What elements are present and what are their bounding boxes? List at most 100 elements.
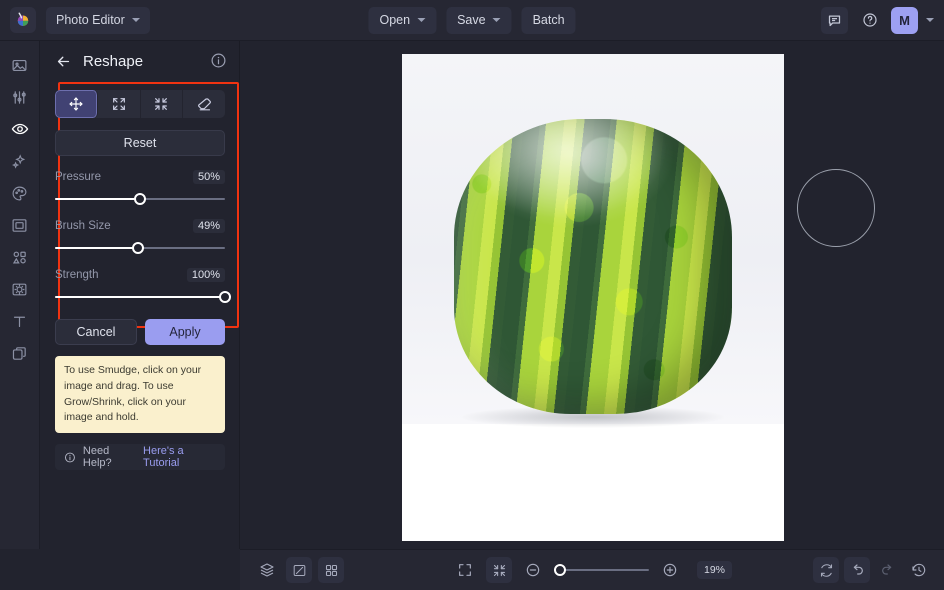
- chevron-down-icon: [132, 18, 140, 22]
- slider-strength-knob[interactable]: [219, 291, 231, 303]
- brand-menu[interactable]: Photo Editor: [46, 7, 150, 34]
- top-right-actions: M: [821, 7, 934, 34]
- undo-button[interactable]: [844, 557, 870, 583]
- history-icon: [911, 562, 927, 578]
- fit-screen-icon: [457, 562, 473, 578]
- reset-view-button[interactable]: [813, 557, 839, 583]
- contract-arrows-icon: [153, 96, 169, 112]
- tool-shrink[interactable]: [141, 90, 184, 118]
- slider-strength-header: Strength 100%: [55, 268, 225, 282]
- history-button[interactable]: [906, 557, 932, 583]
- panel-actions: Cancel Apply: [55, 319, 225, 345]
- sidebar-item-retouch[interactable]: [5, 117, 35, 141]
- slider-brush-size: Brush Size 49%: [55, 219, 225, 254]
- left-tool-rail: [0, 41, 40, 549]
- history-controls: [813, 557, 932, 583]
- account-chevron-down-icon[interactable]: [926, 18, 934, 22]
- palette-icon: [11, 185, 28, 202]
- tool-grow[interactable]: [98, 90, 141, 118]
- layers-icon: [259, 562, 275, 578]
- sidebar-item-image[interactable]: [5, 53, 35, 77]
- reshape-panel: Reshape: [41, 41, 240, 549]
- panel-header: Reshape: [41, 41, 239, 81]
- grid-view-button[interactable]: [318, 557, 344, 583]
- slider-brush-size-track[interactable]: [55, 242, 225, 254]
- canvas-area[interactable]: [240, 41, 944, 549]
- back-button[interactable]: [51, 49, 75, 73]
- zoom-out-icon: [525, 562, 541, 578]
- layers-button[interactable]: [254, 557, 280, 583]
- sidebar-item-adjust[interactable]: [5, 85, 35, 109]
- layers-copy-icon: [11, 345, 28, 362]
- tool-restore[interactable]: [183, 90, 225, 118]
- brush-cursor-circle: [797, 169, 875, 247]
- refresh-icon: [819, 563, 834, 578]
- slider-brush-size-value: 49%: [193, 219, 225, 233]
- save-button[interactable]: Save: [446, 7, 512, 34]
- sidebar-item-artistic[interactable]: [5, 181, 35, 205]
- redo-button[interactable]: [875, 557, 901, 583]
- slider-pressure: Pressure 50%: [55, 170, 225, 205]
- open-button[interactable]: Open: [368, 7, 436, 34]
- sidebar-item-overlays[interactable]: [5, 277, 35, 301]
- sidebar-item-text[interactable]: [5, 309, 35, 333]
- info-circle-icon: [210, 52, 227, 69]
- colorwheel-logo-icon: [14, 11, 32, 29]
- redo-icon: [880, 562, 896, 578]
- slider-strength-track[interactable]: [55, 291, 225, 303]
- cancel-button[interactable]: Cancel: [55, 319, 137, 345]
- brand-label: Photo Editor: [56, 13, 125, 27]
- panel-info-button[interactable]: [210, 52, 228, 70]
- arrow-left-icon: [55, 53, 72, 70]
- overlay-icon: [11, 281, 28, 298]
- zoom-to-fit-icon: [491, 563, 506, 578]
- chat-bubble-icon: [827, 13, 842, 28]
- slider-strength: Strength 100%: [55, 268, 225, 303]
- apply-button[interactable]: Apply: [145, 319, 225, 345]
- eye-icon: [11, 120, 29, 138]
- zoom-in-button[interactable]: [657, 557, 683, 583]
- zoom-out-button[interactable]: [520, 557, 546, 583]
- batch-button[interactable]: Batch: [522, 7, 576, 34]
- photo-editor-app: Photo Editor Open Save Batch: [0, 0, 944, 590]
- zoom-slider-track[interactable]: [554, 564, 649, 576]
- zoom-slider-knob[interactable]: [554, 564, 566, 576]
- zoom-level-value[interactable]: 19%: [697, 561, 732, 579]
- slider-brush-size-header: Brush Size 49%: [55, 219, 225, 233]
- info-circle-icon: [64, 451, 76, 464]
- frame-icon: [11, 217, 28, 234]
- slider-pressure-fill: [55, 198, 140, 200]
- image-icon: [11, 57, 28, 74]
- sidebar-item-frames[interactable]: [5, 213, 35, 237]
- move-arrows-icon: [68, 96, 84, 112]
- sidebar-item-layers[interactable]: [5, 341, 35, 365]
- slider-strength-label: Strength: [55, 269, 98, 281]
- need-help-row[interactable]: Need Help? Here's a Tutorial: [55, 444, 225, 470]
- slider-pressure-track[interactable]: [55, 193, 225, 205]
- fit-screen-button[interactable]: [452, 557, 478, 583]
- app-logo[interactable]: [10, 7, 36, 33]
- undo-icon: [849, 562, 865, 578]
- compare-button[interactable]: [286, 557, 312, 583]
- hint-tooltip: To use Smudge, click on your image and d…: [55, 356, 225, 433]
- slider-brush-size-label: Brush Size: [55, 220, 111, 232]
- help-button[interactable]: [856, 7, 883, 34]
- reshape-tool-group: [55, 90, 225, 118]
- slider-strength-value: 100%: [187, 268, 225, 282]
- question-circle-icon: [862, 12, 878, 28]
- chevron-down-icon: [493, 18, 501, 22]
- expand-arrows-icon: [111, 96, 127, 112]
- zoom-to-fit-button[interactable]: [486, 557, 512, 583]
- slider-brush-size-knob[interactable]: [132, 242, 144, 254]
- sliders-icon: [11, 89, 28, 106]
- feedback-button[interactable]: [821, 7, 848, 34]
- sidebar-item-elements[interactable]: [5, 245, 35, 269]
- artboard[interactable]: [402, 54, 784, 541]
- sidebar-item-effects[interactable]: [5, 149, 35, 173]
- slider-pressure-knob[interactable]: [134, 193, 146, 205]
- grid-view-icon: [324, 563, 339, 578]
- avatar[interactable]: M: [891, 7, 918, 34]
- tutorial-link[interactable]: Here's a Tutorial: [143, 445, 216, 469]
- reset-button[interactable]: Reset: [55, 130, 225, 156]
- tool-smudge[interactable]: [55, 90, 98, 118]
